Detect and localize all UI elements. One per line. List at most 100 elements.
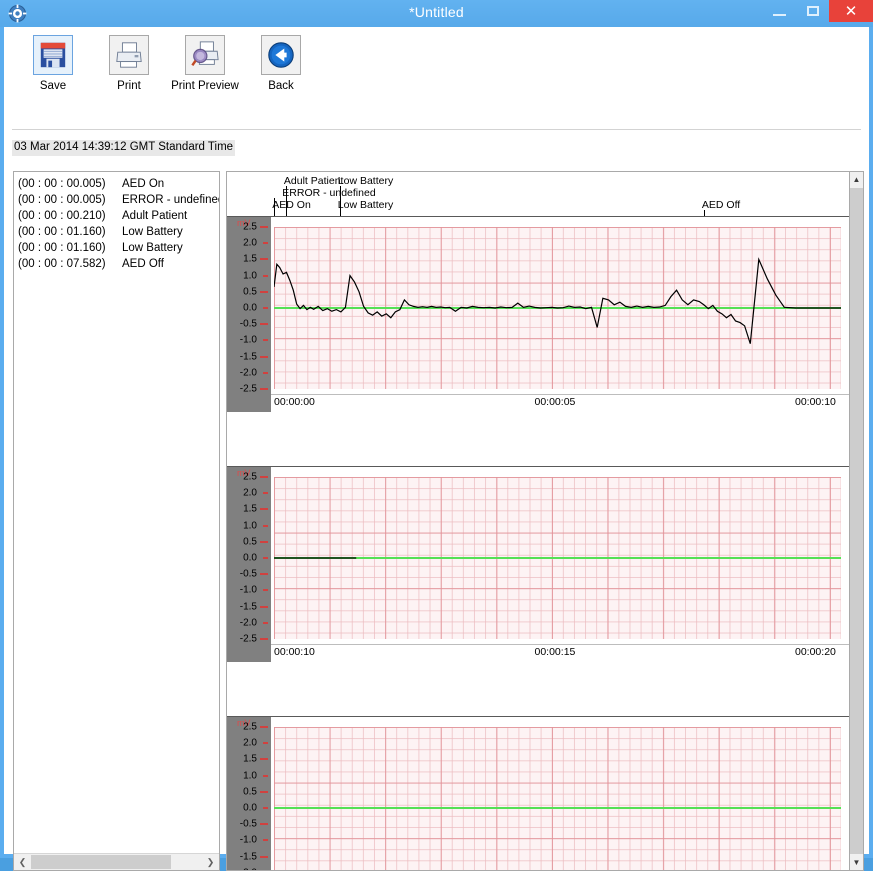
event-list[interactable]: (00 : 00 : 00.005) AED On (00 : 00 : 00.00… — [14, 172, 219, 852]
event-row[interactable]: (00 : 00 : 01.160) Low Battery — [18, 240, 219, 256]
recording-datetime: 03 Mar 2014 14:39:12 GMT Standard Time — [12, 140, 236, 156]
y-axis-tick-label: 0.0 — [243, 552, 257, 564]
save-label: Save — [39, 80, 67, 92]
y-axis-tick-mark — [263, 807, 268, 809]
scroll-left-icon[interactable]: ❮ — [14, 854, 31, 870]
y-axis-tick-label: -0.5 — [239, 818, 257, 830]
y-axis-tick-mark — [260, 508, 268, 511]
ecg-grid — [274, 227, 841, 389]
toolbar-divider — [12, 129, 861, 130]
print-preview-label: Print Preview — [171, 80, 239, 92]
strip-spacer — [227, 662, 851, 672]
y-axis-tick-mark — [260, 258, 268, 261]
ecg-grid — [274, 477, 841, 639]
x-axis: 00:00:10 00:00:15 00:00:20 — [271, 646, 851, 660]
plot-row: mV2.52.01.51.00.50.0-0.5-1.0-1.5-2.0-2.5… — [227, 467, 851, 662]
y-axis-tick-mark — [260, 790, 268, 793]
ecg-strip: mV2.52.01.51.00.50.0-0.5-1.0-1.5-2.0-2.5… — [227, 672, 851, 870]
scroll-right-icon[interactable]: ❯ — [202, 854, 219, 870]
event-time: (00 : 00 : 00.210) — [18, 210, 106, 222]
minimize-button[interactable] — [763, 0, 796, 22]
x-axis-tick-label: 00:00:05 — [534, 396, 576, 408]
vscroll-thumb[interactable] — [850, 188, 863, 854]
save-button[interactable]: Save — [17, 35, 89, 92]
event-time: (00 : 00 : 01.160) — [18, 226, 106, 238]
y-axis-tick-label: 2.0 — [243, 237, 257, 249]
y-axis-tick-mark — [263, 742, 268, 745]
y-axis-tick-label: -1.5 — [239, 351, 257, 363]
y-axis-tick-mark — [263, 371, 268, 374]
event-row[interactable]: (00 : 00 : 00.210) Adult Patient — [18, 208, 219, 224]
y-axis-tick-mark — [263, 557, 268, 559]
y-axis-tick-mark — [260, 758, 268, 761]
scroll-up-icon[interactable]: ▲ — [850, 172, 863, 187]
y-axis-tick-mark — [263, 589, 268, 592]
annotation-label: Low Battery — [337, 175, 394, 187]
y-axis-tick-mark — [260, 226, 268, 228]
hscroll-thumb[interactable] — [31, 855, 171, 869]
plot-area: 00:00:2000:00:2500:00:30 — [271, 717, 851, 870]
print-preview-button[interactable]: Print Preview — [169, 35, 241, 92]
plot-area: 00:00:10 00:00:15 00:00:20 — [271, 467, 851, 662]
y-axis-tick-label: 2.5 — [243, 721, 257, 733]
event-time: (00 : 00 : 01.160) — [18, 242, 106, 254]
y-axis-tick-mark — [263, 839, 268, 842]
hscroll-track[interactable] — [31, 854, 202, 870]
print-label: Print — [117, 80, 141, 92]
annotation-band — [227, 672, 851, 717]
y-axis-tick-mark — [263, 774, 268, 777]
window-controls: ✕ — [763, 0, 873, 27]
event-row[interactable]: (00 : 00 : 07.582) AED Off — [18, 256, 219, 272]
ecg-strip: Adult Patient Low Battery ERROR - undefine… — [227, 172, 851, 412]
y-axis-tick-label: -2.0 — [239, 617, 257, 629]
y-axis-tick-mark — [260, 540, 268, 543]
x-axis-tick-label: 00:00:15 — [534, 646, 576, 658]
y-axis-tick-label: 1.0 — [243, 770, 257, 782]
y-axis-tick-mark — [260, 290, 268, 293]
title-bar: *Untitled ✕ — [0, 0, 873, 27]
y-axis-tick-label: 1.5 — [243, 503, 257, 515]
y-axis-tick-mark — [263, 339, 268, 342]
event-row[interactable]: (00 : 00 : 00.005) ERROR - undefined — [18, 192, 219, 208]
y-axis-tick-label: -1.0 — [239, 834, 257, 846]
annotation-band: Adult Patient Low Battery ERROR - undefine… — [227, 172, 851, 217]
y-axis-tick-label: 1.5 — [243, 253, 257, 265]
y-axis: mV2.52.01.51.00.50.0-0.5-1.0-1.5-2.0-2.5 — [227, 717, 271, 870]
ecg-strips-pane: Adult Patient Low Battery ERROR - undefine… — [226, 171, 852, 871]
plot-row: mV2.52.01.51.00.50.0-0.5-1.0-1.5-2.0-2.5… — [227, 717, 851, 870]
print-button[interactable]: Print — [93, 35, 165, 92]
annotation-label: AED Off — [701, 199, 741, 211]
y-axis: mV2.52.01.51.00.50.0-0.5-1.0-1.5-2.0-2.5 — [227, 467, 271, 662]
event-row[interactable]: (00 : 00 : 01.160) Low Battery — [18, 224, 219, 240]
charts-vscrollbar[interactable]: ▲ ▼ — [849, 171, 864, 871]
maximize-button[interactable] — [796, 0, 829, 22]
plot-area: 00:00:00 00:00:05 00:00:10 — [271, 217, 851, 412]
y-axis-tick-mark — [260, 476, 268, 478]
y-axis-tick-mark — [263, 492, 268, 495]
annotation-tick — [274, 210, 276, 216]
y-axis-tick-mark — [260, 823, 268, 826]
strip-spacer — [227, 412, 851, 422]
y-axis-tick-mark — [260, 638, 268, 640]
event-text: AED On — [122, 178, 165, 190]
y-axis-tick-label: 0.0 — [243, 302, 257, 314]
y-axis-tick-mark — [263, 242, 268, 245]
printer-icon — [109, 35, 149, 75]
window-title: *Untitled — [409, 4, 464, 20]
annotation-tick — [339, 210, 341, 216]
scroll-down-icon[interactable]: ▼ — [850, 855, 863, 870]
event-list-hscrollbar[interactable]: ❮ ❯ — [14, 853, 219, 870]
event-row[interactable]: (00 : 00 : 00.005) AED On — [18, 176, 219, 192]
event-time: (00 : 00 : 07.582) — [18, 258, 106, 270]
back-button[interactable]: Back — [245, 35, 317, 92]
y-axis-tick-mark — [260, 605, 268, 608]
ecg-strip-container: Adult Patient Low Battery ERROR - undefine… — [227, 172, 851, 870]
y-axis-tick-label: -0.5 — [239, 318, 257, 330]
y-axis-tick-label: -2.5 — [239, 383, 257, 395]
y-axis-tick-label: -1.5 — [239, 851, 257, 863]
y-axis-tick-mark — [263, 621, 268, 624]
y-axis-tick-mark — [263, 524, 268, 527]
event-text: Adult Patient — [122, 210, 188, 222]
event-time: (00 : 00 : 00.005) — [18, 178, 106, 190]
close-button[interactable]: ✕ — [829, 0, 873, 22]
